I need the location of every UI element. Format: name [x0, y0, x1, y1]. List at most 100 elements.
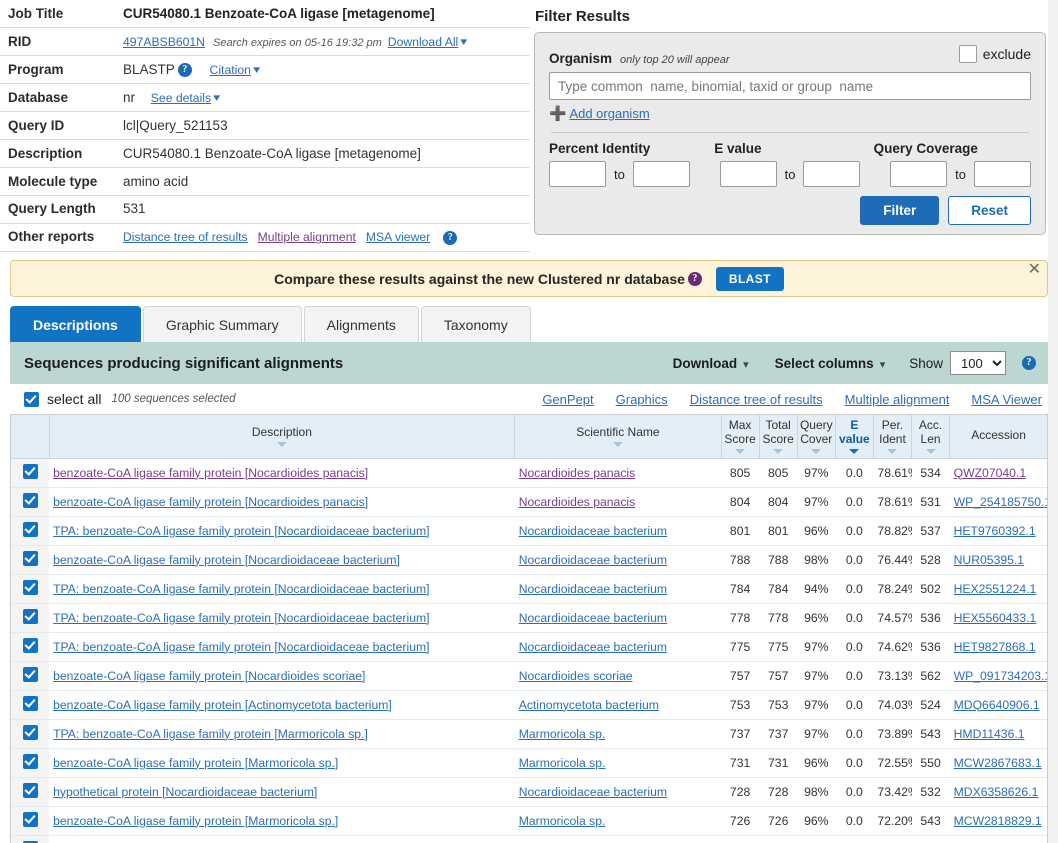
- show-count-select[interactable]: 100: [950, 351, 1006, 375]
- distance-tree-link[interactable]: Distance tree of results: [123, 230, 248, 244]
- organism-input[interactable]: [549, 72, 1031, 100]
- row-scientific-name[interactable]: Marmoricola sp.: [514, 806, 722, 836]
- row-description-link[interactable]: benzoate-CoA ligase family protein [Acti…: [53, 698, 392, 712]
- rid-link[interactable]: 497ABSB601N: [123, 35, 205, 49]
- row-checkbox-cell[interactable]: [11, 603, 50, 633]
- chevron-down-icon[interactable]: ▾: [213, 92, 220, 105]
- download-menu[interactable]: Download ▾: [673, 356, 749, 371]
- row-checkbox[interactable]: [22, 521, 38, 537]
- sort-triangle-icon[interactable]: [773, 448, 784, 454]
- sort-triangle-icon[interactable]: [811, 448, 822, 454]
- row-checkbox-cell[interactable]: [11, 632, 50, 662]
- help-icon-banner[interactable]: ?: [687, 271, 702, 286]
- sort-triangle-icon[interactable]: [276, 441, 287, 447]
- row-accession[interactable]: HET9827868.1: [949, 632, 1047, 662]
- header-acc-len[interactable]: Acc. Len: [911, 415, 951, 459]
- row-description-link[interactable]: benzoate-CoA ligase family protein [Noca…: [53, 495, 368, 509]
- chevron-down-icon[interactable]: ▾: [461, 36, 468, 49]
- page-scrollbar[interactable]: [1048, 0, 1058, 843]
- row-accession-link[interactable]: HMD11436.1: [954, 727, 1025, 741]
- evalue-from-input[interactable]: [719, 161, 777, 187]
- query-coverage-to-input[interactable]: [974, 161, 1031, 187]
- row-scientific-name-link[interactable]: Nocardioidaceae bacterium: [519, 582, 667, 596]
- header-max-score[interactable]: Max Score: [721, 415, 760, 459]
- query-coverage-from-input[interactable]: [890, 161, 948, 187]
- row-accession[interactable]: WP_254185750.1: [949, 487, 1047, 517]
- row-checkbox[interactable]: [22, 666, 38, 682]
- select-all-checkbox[interactable]: [24, 391, 39, 407]
- row-accession-link[interactable]: QWZ07040.1: [954, 466, 1026, 480]
- msa-viewer-link[interactable]: MSA Viewer: [971, 392, 1042, 407]
- row-accession-link[interactable]: WP_091734203.1: [954, 669, 1047, 683]
- row-scientific-name[interactable]: Nocardioidaceae bacterium: [514, 516, 722, 546]
- row-description-link[interactable]: TPA: benzoate-CoA ligase family protein …: [53, 640, 429, 654]
- row-accession[interactable]: QWZ07040.1: [949, 458, 1047, 488]
- citation-link[interactable]: Citation: [210, 63, 251, 77]
- row-checkbox[interactable]: [22, 550, 38, 566]
- msa-viewer-link[interactable]: MSA viewer: [366, 230, 430, 244]
- row-scientific-name-link[interactable]: Nocardioides scoriae: [519, 669, 633, 683]
- header-query-cover[interactable]: Query Cover: [797, 415, 836, 459]
- row-scientific-name[interactable]: Nocardioidaceae bacterium: [514, 632, 722, 662]
- row-scientific-name-link[interactable]: Nocardioidaceae bacterium: [519, 785, 667, 799]
- row-checkbox-cell[interactable]: [11, 835, 50, 843]
- row-accession-link[interactable]: HEX2551224.1: [954, 582, 1037, 596]
- row-accession-link[interactable]: MCW2867683.1: [954, 756, 1042, 770]
- tab-alignments[interactable]: Alignments: [303, 306, 419, 342]
- row-scientific-name-link[interactable]: Nocardioides panacis: [519, 495, 636, 509]
- row-accession-link[interactable]: MDQ6640906.1: [954, 698, 1040, 712]
- row-scientific-name[interactable]: Marmoricola sp.: [514, 748, 722, 778]
- row-scientific-name-link[interactable]: Nocardioidaceae bacterium: [519, 640, 667, 654]
- row-accession-link[interactable]: HEX5560433.1: [954, 611, 1037, 625]
- row-checkbox[interactable]: [22, 782, 38, 798]
- sort-triangle-icon[interactable]: [849, 448, 860, 454]
- row-accession[interactable]: NUR05395.1: [949, 545, 1047, 575]
- header-description[interactable]: Description: [49, 415, 516, 459]
- row-scientific-name-link[interactable]: Nocardioides panacis: [519, 466, 636, 480]
- row-description[interactable]: benzoate-CoA ligase family protein [Noca…: [49, 661, 515, 691]
- row-description-link[interactable]: benzoate-CoA ligase family protein [Noca…: [53, 669, 365, 683]
- row-checkbox[interactable]: [22, 753, 38, 769]
- row-checkbox-cell[interactable]: [11, 777, 50, 807]
- row-accession-link[interactable]: WP_254185750.1: [954, 495, 1047, 509]
- row-checkbox-cell[interactable]: [11, 458, 50, 488]
- reset-button[interactable]: Reset: [948, 196, 1031, 225]
- evalue-to-input[interactable]: [803, 161, 861, 187]
- row-accession-link[interactable]: HET9827868.1: [954, 640, 1036, 654]
- sort-triangle-icon[interactable]: [612, 441, 623, 447]
- row-description[interactable]: benzoate-CoA ligase family protein [Epid…: [49, 835, 515, 843]
- download-all-link[interactable]: Download All: [388, 35, 458, 49]
- row-checkbox-cell[interactable]: [11, 574, 50, 604]
- genpept-link[interactable]: GenPept: [542, 392, 593, 407]
- row-accession-link[interactable]: MDX6358626.1: [954, 785, 1039, 799]
- row-accession[interactable]: HET9760392.1: [949, 516, 1047, 546]
- graphics-link[interactable]: Graphics: [616, 392, 668, 407]
- row-scientific-name[interactable]: Nocardioidaceae bacterium: [514, 545, 722, 575]
- row-accession[interactable]: HEX5560433.1: [949, 603, 1047, 633]
- select-columns-menu[interactable]: Select columns ▾: [775, 356, 886, 371]
- add-organism-row[interactable]: ➕ Add organism: [549, 105, 1031, 122]
- row-checkbox[interactable]: [22, 811, 38, 827]
- row-checkbox[interactable]: [22, 492, 38, 508]
- row-checkbox[interactable]: [22, 695, 38, 711]
- row-description[interactable]: TPA: benzoate-CoA ligase family protein …: [49, 574, 515, 604]
- sort-triangle-icon[interactable]: [925, 448, 936, 454]
- add-organism-link[interactable]: Add organism: [569, 106, 649, 121]
- row-scientific-name[interactable]: Nocardioides panacis: [514, 458, 722, 488]
- row-accession-link[interactable]: NUR05395.1: [954, 553, 1024, 567]
- distance-tree-results-link[interactable]: Distance tree of results: [690, 392, 823, 407]
- row-checkbox-cell[interactable]: [11, 487, 50, 517]
- row-description[interactable]: TPA: benzoate-CoA ligase family protein …: [49, 603, 515, 633]
- help-icon-results[interactable]: ?: [1022, 356, 1036, 370]
- row-scientific-name-link[interactable]: Nocardioidaceae bacterium: [519, 553, 667, 567]
- close-icon[interactable]: ✕: [1028, 262, 1041, 278]
- tab-graphic-summary[interactable]: Graphic Summary: [142, 306, 302, 342]
- multiple-alignment-link[interactable]: Multiple alignment: [258, 230, 356, 244]
- row-scientific-name-link[interactable]: Marmoricola sp.: [519, 756, 606, 770]
- row-checkbox[interactable]: [22, 608, 38, 624]
- row-description[interactable]: benzoate-CoA ligase family protein [Marm…: [49, 806, 515, 836]
- row-accession-link[interactable]: HET9760392.1: [954, 524, 1036, 538]
- row-checkbox[interactable]: [22, 579, 38, 595]
- help-icon-other-reports[interactable]: ?: [443, 230, 458, 245]
- row-description[interactable]: benzoate-CoA ligase family protein [Noca…: [49, 487, 515, 517]
